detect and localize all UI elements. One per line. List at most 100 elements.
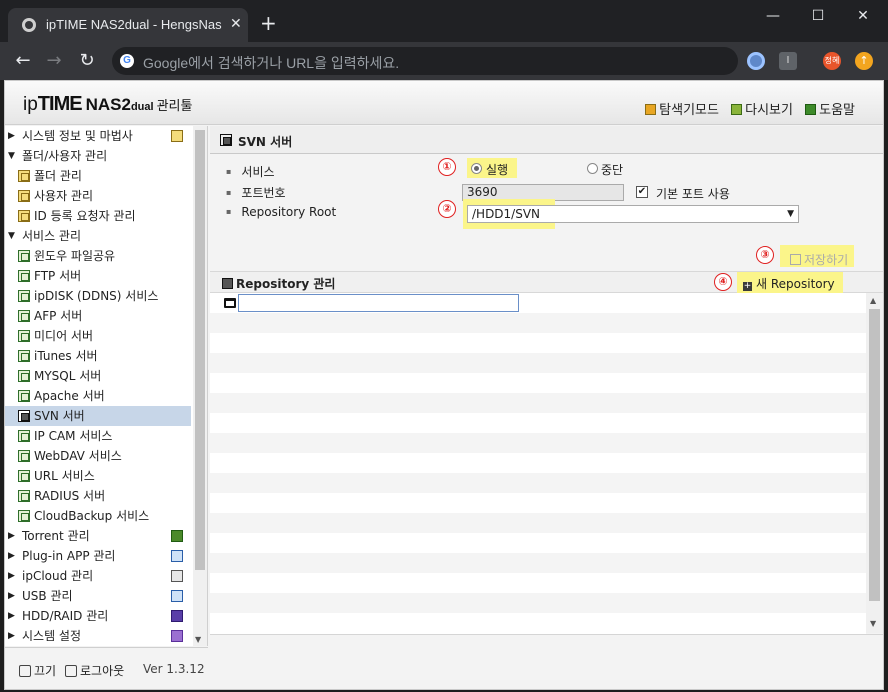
sidebar-item-webdav[interactable]: WebDAV 서비스 — [5, 446, 191, 466]
new-repository-button[interactable]: + 새 Repository — [743, 275, 835, 292]
minimize-button[interactable]: — — [758, 6, 788, 26]
sidebar-scrollbar[interactable]: ▼ — [193, 126, 207, 646]
new-tab-button[interactable]: + — [260, 13, 277, 33]
logout-button[interactable]: 로그아웃 — [65, 662, 124, 679]
save-icon — [790, 254, 801, 265]
version-label: Ver 1.3.12 — [143, 662, 205, 676]
sidebar-item-apache[interactable]: Apache 서버 — [5, 386, 191, 406]
scroll-down-arrow[interactable]: ▼ — [870, 619, 876, 628]
globe-icon — [22, 18, 36, 32]
service-icon — [18, 450, 30, 462]
marker-3: ③ — [756, 246, 774, 264]
marker-4: ④ — [714, 273, 732, 291]
repo-root-value: /HDD1/SVN — [472, 207, 541, 221]
reload-button[interactable]: ↻ — [76, 50, 98, 72]
page-title-bar: SVN 서버 — [210, 126, 883, 154]
power-icon — [19, 665, 31, 677]
sidebar-item-svn[interactable]: SVN 서버 — [5, 406, 191, 426]
sidebar-item-cloudbackup[interactable]: CloudBackup 서비스 — [5, 506, 191, 526]
sidebar-item-hdd[interactable]: ▶ HDD/RAID 관리 — [5, 606, 191, 626]
address-bar[interactable]: G Google에서 검색하거나 URL을 입력하세요. — [112, 47, 738, 75]
back-button[interactable]: ← — [12, 50, 34, 72]
list-item — [210, 453, 866, 473]
sidebar-item-user-manage[interactable]: 사용자 관리 — [5, 186, 191, 206]
sidebar-item-usb[interactable]: ▶ USB 관리 — [5, 586, 191, 606]
close-window-button[interactable]: ✕ — [848, 6, 878, 26]
scroll-down-arrow[interactable]: ▼ — [195, 635, 201, 644]
plugin-icon — [171, 550, 183, 562]
sidebar-item-id-request[interactable]: ID 등록 요청자 관리 — [5, 206, 191, 226]
disk-icon — [171, 610, 183, 622]
list-item — [210, 513, 866, 533]
run-radio-label: 실행 — [486, 163, 509, 177]
svn-settings-form: 서비스 ① 실행 중단 포트번호 3690 ✔ 기본 포트 사용 Reposit… — [210, 155, 883, 271]
list-item — [210, 413, 866, 433]
save-button[interactable]: 저장하기 — [790, 251, 848, 268]
sidebar-item-url[interactable]: URL 서비스 — [5, 466, 191, 486]
power-off-button[interactable]: 끄기 — [19, 662, 56, 679]
address-placeholder: Google에서 검색하거나 URL을 입력하세요. — [143, 55, 400, 71]
service-icon — [18, 250, 30, 262]
sidebar-item-folder-manage[interactable]: 폴더 관리 — [5, 166, 191, 186]
service-icon — [18, 390, 30, 402]
reload-view-link[interactable]: 다시보기 — [731, 99, 793, 118]
key-icon — [65, 665, 77, 677]
sidebar-item-radius[interactable]: RADIUS 서버 — [5, 486, 191, 506]
sidebar-item-ipdisk[interactable]: ipDISK (DDNS) 서비스 — [5, 286, 191, 306]
repository-name-input[interactable] — [238, 294, 519, 312]
id-icon — [18, 210, 30, 222]
service-icon — [18, 370, 30, 382]
sidebar-item-service-manage[interactable]: ▼ 서비스 관리 — [5, 226, 191, 246]
default-port-checkbox[interactable]: ✔ — [636, 186, 648, 198]
service-icon — [18, 510, 30, 522]
forward-button[interactable]: → — [43, 50, 65, 72]
sidebar-item-afp[interactable]: AFP 서버 — [5, 306, 191, 326]
marker-1: ① — [438, 158, 456, 176]
sidebar-item-plugin[interactable]: ▶ Plug-in APP 관리 — [5, 546, 191, 566]
nas-admin-app: ipTIME NAS2dual 관리툴 탐색기모드 다시보기 도움말 ▶ 시스템 정보… — [4, 80, 884, 690]
browser-tab[interactable]: ipTIME NAS2dual - HengsNas ✕ — [8, 8, 248, 42]
scroll-up-arrow[interactable]: ▲ — [870, 296, 876, 305]
update-icon[interactable]: ↑ — [855, 52, 873, 70]
cloud-icon — [171, 570, 183, 582]
sidebar-item-mysql[interactable]: MYSQL 서버 — [5, 366, 191, 386]
sidebar: ▶ 시스템 정보 및 마법사 ▼ 폴더/사용자 관리 폴더 관리 사용자 관리 ID… — [5, 126, 208, 646]
extension-icon[interactable] — [747, 52, 765, 70]
maximize-button[interactable]: ☐ — [803, 6, 833, 26]
service-label: 서비스 — [226, 163, 274, 180]
sidebar-item-ftp[interactable]: FTP 서버 — [5, 266, 191, 286]
repository-icon — [222, 278, 233, 289]
sidebar-item-system-setting[interactable]: ▶ 시스템 설정 — [5, 626, 191, 646]
list-item — [210, 573, 866, 593]
profile-avatar[interactable]: 정혜 — [823, 52, 841, 70]
run-radio[interactable] — [471, 163, 482, 174]
port-label: 포트번호 — [226, 184, 285, 201]
sidebar-item-itunes[interactable]: iTunes 서버 — [5, 346, 191, 366]
header-links: 탐색기모드 다시보기 도움말 — [637, 99, 855, 118]
list-item — [210, 473, 866, 493]
list-item — [210, 593, 866, 613]
help-link[interactable]: 도움말 — [805, 99, 855, 118]
browser-titlebar: ipTIME NAS2dual - HengsNas ✕ + — ☐ ✕ — [0, 0, 888, 42]
folder-icon — [18, 170, 30, 182]
service-icon — [18, 490, 30, 502]
sidebar-item-ipcam[interactable]: IP CAM 서비스 — [5, 426, 191, 446]
sidebar-item-torrent[interactable]: ▶ Torrent 관리 — [5, 526, 191, 546]
repo-root-select[interactable]: /HDD1/SVN ▼ — [467, 205, 799, 223]
repository-scroll-thumb[interactable] — [869, 309, 880, 601]
explorer-mode-link[interactable]: 탐색기모드 — [645, 99, 719, 118]
service-icon — [18, 270, 30, 282]
sidebar-item-ipcloud[interactable]: ▶ ipCloud 관리 — [5, 566, 191, 586]
new-repository-row[interactable] — [210, 293, 866, 313]
sidebar-scroll-thumb[interactable] — [195, 130, 205, 570]
plus-icon: + — [743, 281, 752, 291]
tab-close-button[interactable]: ✕ — [230, 16, 242, 32]
sidebar-item-windows-share[interactable]: 윈도우 파일공유 — [5, 246, 191, 266]
sidebar-item-media[interactable]: 미디어 서버 — [5, 326, 191, 346]
extension-i-icon[interactable]: I — [779, 52, 797, 70]
stop-radio[interactable] — [587, 163, 598, 174]
sidebar-item-folder-user[interactable]: ▼ 폴더/사용자 관리 — [5, 146, 191, 166]
repository-list-scrollbar[interactable]: ▲ ▼ — [866, 293, 883, 633]
list-item — [210, 433, 866, 453]
sidebar-item-system[interactable]: ▶ 시스템 정보 및 마법사 — [5, 126, 191, 146]
